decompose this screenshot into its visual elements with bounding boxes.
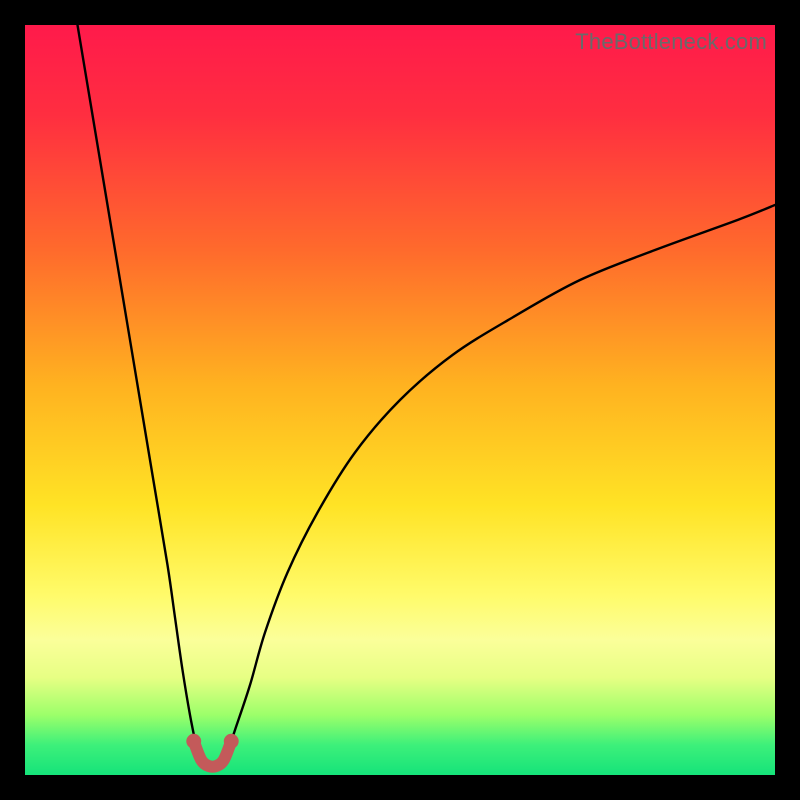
valley-marker-dot xyxy=(224,734,239,749)
watermark-text: TheBottleneck.com xyxy=(575,29,767,55)
valley-marker-dot xyxy=(186,734,201,749)
chart-plot xyxy=(25,25,775,775)
chart-frame: TheBottleneck.com xyxy=(25,25,775,775)
